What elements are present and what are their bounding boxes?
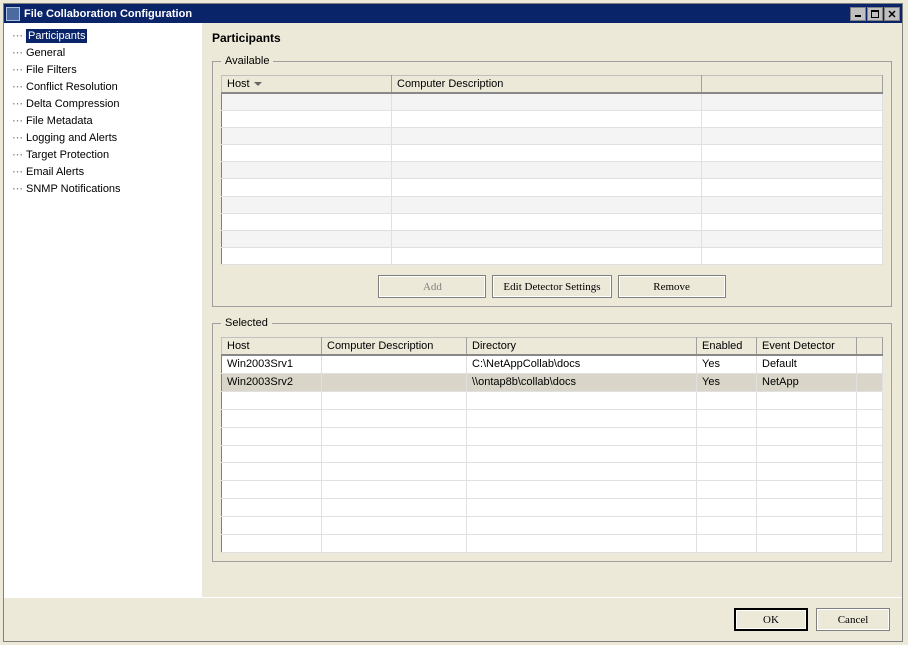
- main-panel: Participants Available Host Computer Des…: [202, 23, 902, 597]
- app-icon: [6, 7, 20, 21]
- table-row[interactable]: [222, 499, 883, 517]
- tree-connector-icon: ⋯: [12, 114, 24, 127]
- nav-item-conflict-resolution[interactable]: ⋯Conflict Resolution: [12, 78, 194, 95]
- table-row[interactable]: [222, 463, 883, 481]
- col-desc[interactable]: Computer Description: [392, 76, 702, 94]
- available-table[interactable]: Host Computer Description: [221, 75, 883, 265]
- nav-item-delta-compression[interactable]: ⋯Delta Compression: [12, 95, 194, 112]
- table-row[interactable]: Win2003Srv2\\ontap8b\collab\docsYesNetAp…: [222, 373, 883, 391]
- page-title: Participants: [212, 31, 892, 45]
- col-detector[interactable]: Event Detector: [757, 338, 857, 356]
- ok-button[interactable]: OK: [734, 608, 808, 631]
- col-enabled[interactable]: Enabled: [697, 338, 757, 356]
- config-window: File Collaboration Configuration ⋯Partic…: [3, 3, 903, 642]
- nav-item-general[interactable]: ⋯General: [12, 44, 194, 61]
- edit-detector-button[interactable]: Edit Detector Settings: [492, 275, 611, 298]
- dialog-footer: OK Cancel: [4, 597, 902, 641]
- table-row[interactable]: [222, 213, 883, 230]
- col-desc[interactable]: Computer Description: [322, 338, 467, 356]
- table-row[interactable]: [222, 445, 883, 463]
- tree-connector-icon: ⋯: [12, 29, 24, 42]
- table-row[interactable]: [222, 93, 883, 111]
- table-row[interactable]: [222, 427, 883, 445]
- tree-connector-icon: ⋯: [12, 165, 24, 178]
- col-spacer: [857, 338, 883, 356]
- nav-item-file-metadata[interactable]: ⋯File Metadata: [12, 112, 194, 129]
- tree-connector-icon: ⋯: [12, 131, 24, 144]
- table-row[interactable]: [222, 481, 883, 499]
- remove-button[interactable]: Remove: [618, 275, 726, 298]
- maximize-button[interactable]: [867, 7, 883, 21]
- col-dir[interactable]: Directory: [467, 338, 697, 356]
- table-row[interactable]: Win2003Srv1C:\NetAppCollab\docsYesDefaul…: [222, 355, 883, 373]
- sort-descending-icon: [254, 82, 262, 86]
- tree-connector-icon: ⋯: [12, 97, 24, 110]
- available-group: Available Host Computer Description: [212, 55, 892, 307]
- tree-connector-icon: ⋯: [12, 46, 24, 59]
- window-title: File Collaboration Configuration: [24, 8, 850, 20]
- tree-connector-icon: ⋯: [12, 63, 24, 76]
- selected-group: Selected Host Computer Description Direc…: [212, 317, 892, 562]
- nav-item-file-filters[interactable]: ⋯File Filters: [12, 61, 194, 78]
- table-row[interactable]: [222, 111, 883, 128]
- selected-legend: Selected: [221, 317, 272, 329]
- table-row[interactable]: [222, 128, 883, 145]
- available-legend: Available: [221, 55, 273, 67]
- tree-connector-icon: ⋯: [12, 148, 24, 161]
- add-button[interactable]: Add: [378, 275, 486, 298]
- nav-item-email-alerts[interactable]: ⋯Email Alerts: [12, 163, 194, 180]
- nav-item-target-protection[interactable]: ⋯Target Protection: [12, 146, 194, 163]
- table-row[interactable]: [222, 230, 883, 247]
- tree-connector-icon: ⋯: [12, 80, 24, 93]
- table-row[interactable]: [222, 196, 883, 213]
- table-row[interactable]: [222, 162, 883, 179]
- titlebar[interactable]: File Collaboration Configuration: [4, 4, 902, 23]
- table-row[interactable]: [222, 391, 883, 409]
- table-row[interactable]: [222, 247, 883, 264]
- col-host[interactable]: Host: [222, 76, 392, 94]
- nav-tree[interactable]: ⋯Participants⋯General⋯File Filters⋯Confl…: [4, 23, 202, 597]
- close-button[interactable]: [884, 7, 900, 21]
- nav-item-logging-and-alerts[interactable]: ⋯Logging and Alerts: [12, 129, 194, 146]
- tree-connector-icon: ⋯: [12, 182, 24, 195]
- table-row[interactable]: [222, 179, 883, 196]
- col-spacer: [702, 76, 883, 94]
- cancel-button[interactable]: Cancel: [816, 608, 890, 631]
- table-row[interactable]: [222, 535, 883, 553]
- table-row[interactable]: [222, 145, 883, 162]
- nav-item-participants[interactable]: ⋯Participants: [12, 27, 194, 44]
- table-row[interactable]: [222, 517, 883, 535]
- nav-item-snmp-notifications[interactable]: ⋯SNMP Notifications: [12, 180, 194, 197]
- table-row[interactable]: [222, 409, 883, 427]
- selected-table[interactable]: Host Computer Description Directory Enab…: [221, 337, 883, 553]
- col-host[interactable]: Host: [222, 338, 322, 356]
- minimize-button[interactable]: [850, 7, 866, 21]
